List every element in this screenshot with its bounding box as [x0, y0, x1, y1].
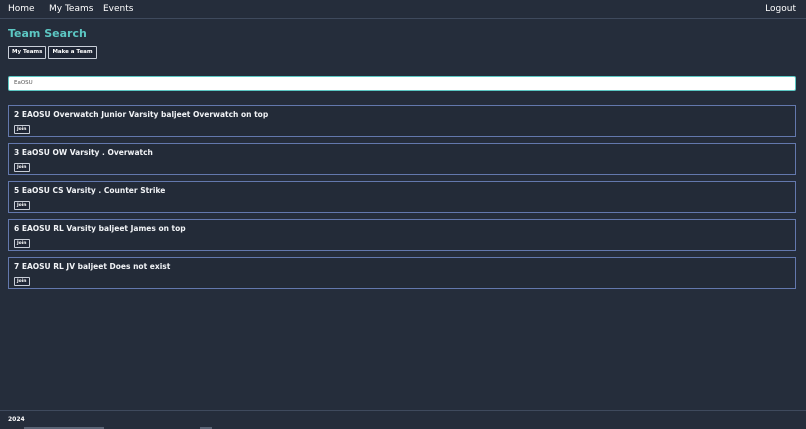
footer-year: 2024 — [8, 416, 25, 423]
page-title: Team Search — [8, 27, 87, 40]
team-card: 7 EAOSU RL JV baljeet Does not exist Joi… — [8, 257, 796, 289]
join-button[interactable]: Join — [14, 239, 30, 248]
nav-home-link[interactable]: Home — [8, 4, 35, 15]
team-title: 7 EAOSU RL JV baljeet Does not exist — [14, 262, 171, 271]
join-button[interactable]: Join — [14, 277, 30, 286]
team-title: 5 EaOSU CS Varsity . Counter Strike — [14, 186, 166, 195]
footer: 2024 — [0, 410, 806, 429]
nav-logout-link[interactable]: Logout — [765, 4, 796, 15]
action-buttons: My Teams Make a Team — [8, 46, 97, 59]
team-card: 6 EAOSU RL Varsity baljeet James on top … — [8, 219, 796, 251]
team-card: 3 EaOSU OW Varsity . Overwatch Join — [8, 143, 796, 175]
search-field-wrapper — [8, 69, 796, 91]
nav-events-link[interactable]: Events — [103, 4, 133, 15]
team-title: 3 EaOSU OW Varsity . Overwatch — [14, 148, 153, 157]
team-card: 2 EAOSU Overwatch Junior Varsity baljeet… — [8, 105, 796, 137]
team-list: 2 EAOSU Overwatch Junior Varsity baljeet… — [8, 105, 796, 295]
my-teams-button[interactable]: My Teams — [8, 46, 47, 59]
top-nav: Home My Teams Events Logout — [0, 0, 806, 19]
team-title: 6 EAOSU RL Varsity baljeet James on top — [14, 224, 186, 233]
make-team-button[interactable]: Make a Team — [48, 46, 97, 59]
nav-my-teams-link[interactable]: My Teams — [49, 4, 93, 15]
search-input[interactable] — [8, 75, 796, 91]
team-card: 5 EaOSU CS Varsity . Counter Strike Join — [8, 181, 796, 213]
team-title: 2 EAOSU Overwatch Junior Varsity baljeet… — [14, 110, 269, 119]
join-button[interactable]: Join — [14, 201, 30, 210]
join-button[interactable]: Join — [14, 125, 30, 134]
join-button[interactable]: Join — [14, 163, 30, 172]
